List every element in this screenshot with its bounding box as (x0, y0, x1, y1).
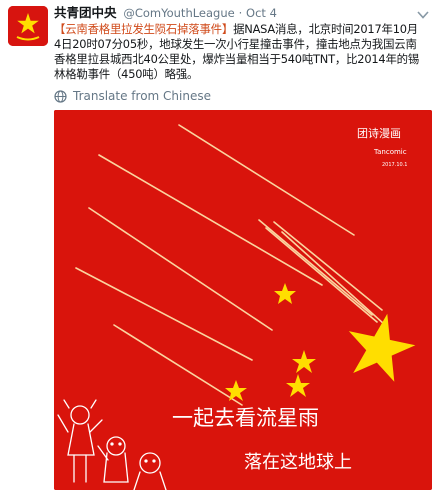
avatar[interactable] (8, 6, 48, 46)
tweet: 共青团中央 @ComYouthLeague · Oct 4 【云南香格里拉发生陨… (0, 0, 440, 498)
tweet-title: 【云南香格里拉发生陨石掉落事件】 (54, 22, 234, 36)
signature-line-1: 团诗漫画 (357, 126, 401, 140)
tweet-text-line-1-rest: 据NASA消息，北京时间2017年10月 (233, 22, 418, 36)
tweet-text-line-1: 【云南香格里拉发生陨石掉落事件】据NASA消息，北京时间2017年10月 (54, 22, 434, 37)
tweet-text: 【云南香格里拉发生陨石掉落事件】据NASA消息，北京时间2017年10月 4日2… (54, 22, 434, 82)
signature-date: 2017.10.1 (382, 162, 407, 168)
tweet-image[interactable]: 团诗漫画 Tancomic 2017.10.1 一起去看流星雨 落在这地球上 (54, 110, 432, 490)
tweet-text-line-3: 香格里拉县城西北40公里处，爆炸当量相当于540吨TNT，比2014年的锡 (54, 52, 420, 66)
caption-line-1: 一起去看流星雨 (172, 406, 319, 430)
author-handle[interactable]: @ComYouthLeague (123, 6, 234, 20)
tweet-text-line-2: 4日20时07分05秒，地球发生一次小行星撞击事件，撞击地点为我国云南 (54, 37, 417, 51)
translate-link[interactable]: Translate from Chinese (54, 88, 211, 104)
meteor-illustration: 团诗漫画 Tancomic 2017.10.1 一起去看流星雨 落在这地球上 (54, 110, 432, 490)
signature-line-2: Tancomic (373, 148, 407, 156)
youth-league-emblem-icon (8, 6, 48, 46)
chevron-down-icon[interactable] (416, 6, 430, 19)
header-separator: · (238, 6, 243, 20)
tweet-date[interactable]: Oct 4 (246, 6, 277, 20)
caption-line-2: 落在这地球上 (244, 452, 352, 473)
globe-icon (54, 89, 67, 103)
tweet-text-line-4: 林格勒事件（450吨）略强。 (54, 67, 199, 81)
translate-label: Translate from Chinese (73, 89, 211, 103)
tweet-header: 共青团中央 @ComYouthLeague · Oct 4 (54, 5, 277, 21)
author-name[interactable]: 共青团中央 (54, 5, 117, 20)
